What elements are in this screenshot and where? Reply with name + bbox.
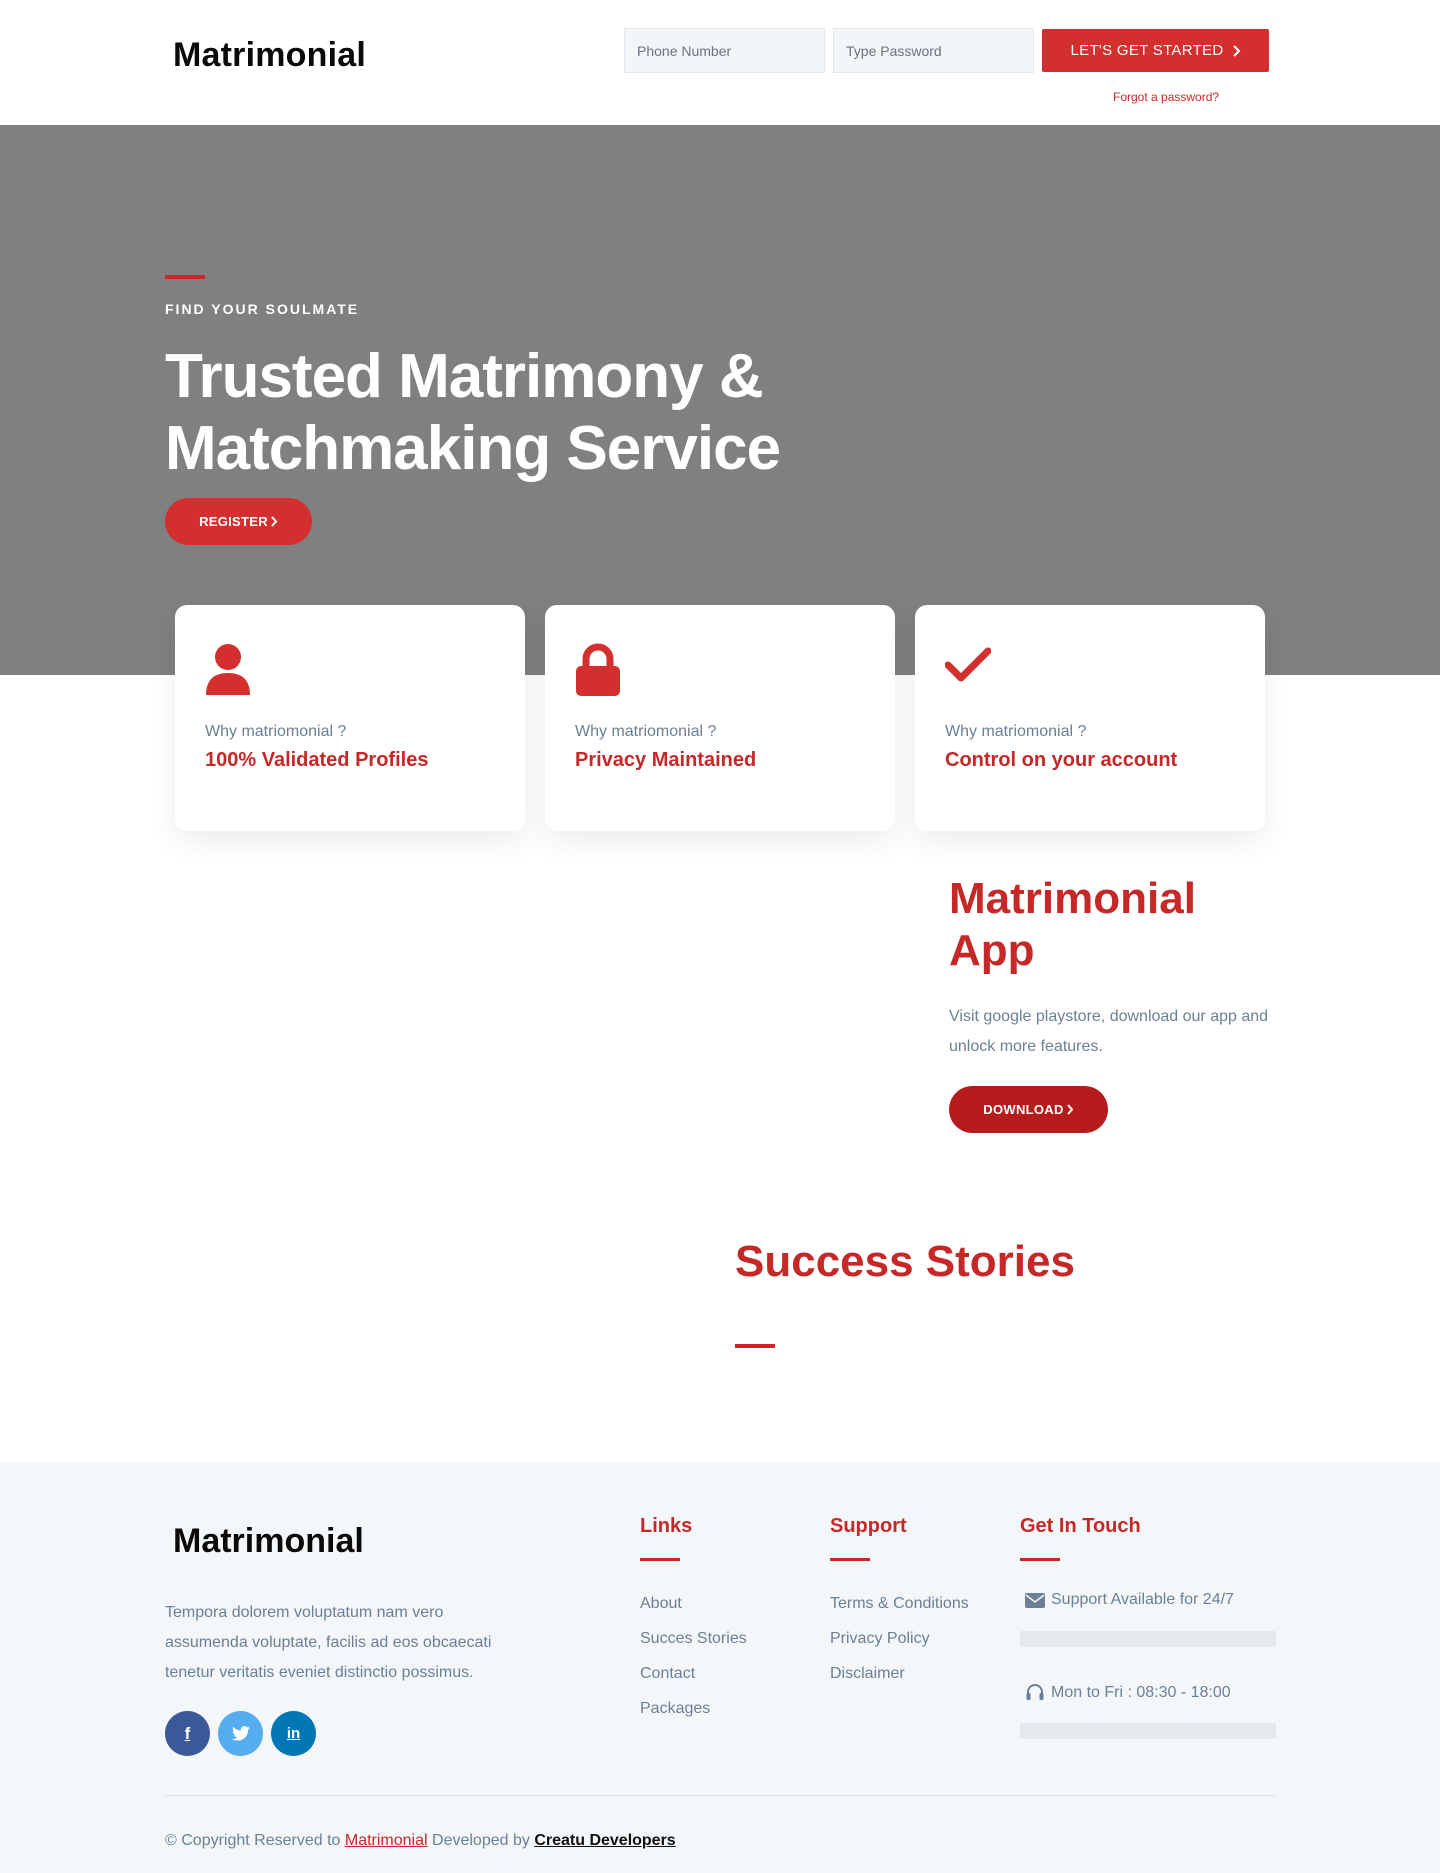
app-description: Visit google playstore, download our app… — [949, 1008, 1269, 1055]
site-footer: Matrimonial Tempora dolorem voluptatum n… — [0, 1462, 1440, 1873]
app-title: Matrimonial App — [949, 873, 1249, 977]
touch-placeholder-bar — [1020, 1723, 1276, 1739]
feature-subtitle: Why matriomonial ? — [205, 723, 347, 740]
hero-title-line2: Matchmaking Service — [165, 414, 781, 483]
chevron-right-icon — [271, 516, 278, 527]
get-started-button[interactable]: LET'S GET STARTED — [1042, 29, 1269, 72]
download-label: DOWNLOAD — [983, 1102, 1064, 1117]
feature-card-privacy: Why matriomonial ? Privacy Maintained — [545, 605, 895, 831]
app-title-line2: App — [949, 926, 1035, 975]
feature-card-control: Why matriomonial ? Control on your accou… — [915, 605, 1265, 831]
copyright-prefix: © Copyright Reserved to — [165, 1832, 341, 1849]
copyright-brand-link[interactable]: Matrimonial — [345, 1832, 428, 1849]
footer-divider — [165, 1795, 1276, 1796]
links-heading: Links — [640, 1515, 693, 1537]
register-button[interactable]: REGISTER — [165, 498, 312, 545]
footer-logo[interactable]: Matrimonial — [173, 1522, 364, 1561]
headset-icon — [1026, 1684, 1044, 1700]
chevron-right-icon — [1232, 44, 1240, 57]
feature-subtitle: Why matriomonial ? — [945, 723, 1087, 740]
facebook-glyph: f — [184, 1723, 191, 1743]
get-in-touch-heading: Get In Touch — [1020, 1515, 1141, 1537]
feature-title: Privacy Maintained — [575, 749, 757, 771]
linkedin-icon[interactable]: in — [271, 1711, 316, 1756]
support-availability-text: Support Available for 24/7 — [1051, 1591, 1234, 1608]
hero-accent-dash — [165, 275, 205, 279]
support-heading-dash — [830, 1558, 870, 1561]
site-logo[interactable]: Matrimonial — [173, 36, 366, 75]
twitter-icon[interactable] — [218, 1711, 263, 1756]
success-stories-title: Success Stories — [735, 1237, 1075, 1286]
footer-about-text: Tempora dolorem voluptatum nam vero assu… — [165, 1604, 492, 1681]
support-heading: Support — [830, 1515, 907, 1537]
footer-link-contact[interactable]: Contact — [640, 1665, 695, 1683]
footer-link-packages[interactable]: Packages — [640, 1700, 710, 1718]
app-title-line1: Matrimonial — [949, 874, 1196, 923]
links-heading-dash — [640, 1558, 680, 1561]
footer-link-privacy[interactable]: Privacy Policy — [830, 1630, 930, 1648]
hero-title-line1: Trusted Matrimony & — [165, 342, 764, 411]
twitter-bird-glyph — [231, 1726, 250, 1741]
support-hours-row: Support Available for 24/7 — [1020, 1591, 1234, 1609]
stories-accent-dash — [735, 1344, 775, 1348]
hero-eyebrow: FIND YOUR SOULMATE — [165, 301, 360, 317]
office-hours-text: Mon to Fri : 08:30 - 18:00 — [1051, 1684, 1231, 1701]
envelope-icon — [1025, 1592, 1045, 1608]
chevron-right-icon — [1066, 1104, 1074, 1115]
password-input[interactable] — [833, 28, 1034, 73]
copyright-mid: Developed by — [432, 1832, 530, 1849]
feature-title: 100% Validated Profiles — [205, 749, 429, 771]
developer-link[interactable]: Creatu Developers — [534, 1832, 675, 1849]
facebook-icon[interactable]: f — [165, 1711, 210, 1756]
copyright-text: © Copyright Reserved to Matrimonial Deve… — [165, 1832, 676, 1850]
phone-number-input[interactable] — [624, 28, 825, 73]
get-started-label: LET'S GET STARTED — [1070, 42, 1224, 59]
touch-placeholder-bar — [1020, 1631, 1276, 1647]
download-button[interactable]: DOWNLOAD — [949, 1086, 1108, 1133]
office-hours-row: Mon to Fri : 08:30 - 18:00 — [1020, 1683, 1231, 1703]
hero-section: FIND YOUR SOULMATE Trusted Matrimony & M… — [0, 125, 1440, 675]
feature-title: Control on your account — [945, 749, 1178, 771]
hero-title: Trusted Matrimony & Matchmaking Service — [165, 341, 865, 485]
footer-link-terms[interactable]: Terms & Conditions — [830, 1595, 969, 1613]
footer-link-about[interactable]: About — [640, 1595, 682, 1613]
footer-link-success-stories[interactable]: Succes Stories — [640, 1630, 747, 1648]
user-icon — [206, 644, 250, 695]
register-label: REGISTER — [199, 514, 268, 529]
feature-card-validated: Why matriomonial ? 100% Validated Profil… — [175, 605, 525, 831]
linkedin-glyph: in — [286, 1725, 301, 1742]
feature-subtitle: Why matriomonial ? — [575, 723, 717, 740]
footer-link-disclaimer[interactable]: Disclaimer — [830, 1665, 905, 1683]
check-icon — [945, 647, 991, 682]
lock-icon — [576, 643, 620, 696]
site-header: Matrimonial LET'S GET STARTED Forgot a p… — [0, 0, 1440, 125]
get-in-touch-dash — [1020, 1558, 1060, 1561]
forgot-password-link[interactable]: Forgot a password? — [1113, 90, 1219, 104]
